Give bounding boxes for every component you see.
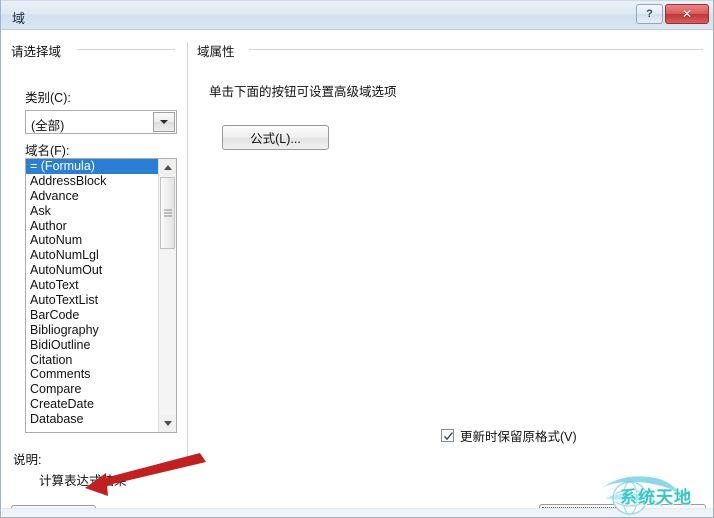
list-item[interactable]: Advance — [26, 189, 160, 204]
panel-divider — [187, 42, 188, 466]
field-dialog: 域 ? ✕ 请选择域 类别(C): (全部) 域名(F): = (Formula… — [0, 0, 714, 518]
list-item[interactable]: Compare — [26, 382, 160, 397]
chevron-down-icon[interactable] — [153, 112, 175, 132]
dialog-bottom-strip — [2, 508, 714, 517]
dialog-body: 请选择域 类别(C): (全部) 域名(F): = (Formula) Addre… — [1, 30, 714, 518]
help-button[interactable]: ? — [636, 4, 663, 24]
scrollbar-thumb[interactable] — [160, 177, 175, 249]
list-item[interactable]: AutoNumLgl — [26, 248, 160, 263]
window-title: 域 — [12, 11, 26, 26]
description-label: 说明: — [13, 453, 42, 467]
description-text: 计算表达式结果 — [39, 474, 127, 488]
list-item[interactable]: CreateDate — [26, 397, 160, 412]
list-item[interactable]: Ask — [26, 204, 160, 219]
select-field-group-label: 请选择域 — [11, 41, 67, 60]
list-item[interactable]: Citation — [26, 353, 160, 368]
close-button[interactable]: ✕ — [665, 4, 709, 24]
list-item[interactable]: AutoNum — [26, 233, 160, 248]
list-item[interactable]: Author — [26, 219, 160, 234]
list-item[interactable]: BidiOutline — [26, 338, 160, 353]
field-name-label: 域名(F): — [25, 144, 70, 158]
list-item[interactable]: Database — [26, 412, 160, 427]
list-item[interactable]: AutoTextList — [26, 293, 160, 308]
title-bar: 域 ? ✕ — [0, 0, 714, 30]
list-item[interactable]: = (Formula) — [26, 159, 160, 174]
list-item[interactable]: BarCode — [26, 308, 160, 323]
field-names-listbox[interactable]: = (Formula) AddressBlock Advance Ask Author A… — [25, 158, 177, 433]
field-properties-group-line — [249, 49, 703, 50]
scroll-down-icon[interactable] — [159, 415, 176, 432]
scroll-up-icon[interactable] — [159, 159, 176, 176]
list-item[interactable]: AddressBlock — [26, 174, 160, 189]
checkmark-icon — [443, 432, 453, 441]
preserve-format-checkbox[interactable] — [441, 429, 454, 442]
list-item[interactable]: Bibliography — [26, 323, 160, 338]
category-label: 类别(C): — [25, 91, 71, 105]
window-controls: ? ✕ — [636, 4, 709, 24]
field-list-scrollbar[interactable] — [158, 159, 176, 432]
field-names-list: = (Formula) AddressBlock Advance Ask Author A… — [26, 159, 160, 427]
list-item[interactable]: AutoNumOut — [26, 263, 160, 278]
field-properties-hint: 单击下面的按钮可设置高级域选项 — [209, 85, 397, 99]
list-item[interactable]: Comments — [26, 367, 160, 382]
select-field-group-line — [77, 49, 175, 50]
formula-button[interactable]: 公式(L)... — [222, 125, 329, 150]
category-combobox[interactable]: (全部) — [25, 110, 177, 134]
preserve-format-label: 更新时保留原格式(V) — [460, 430, 577, 444]
category-value: (全部) — [31, 119, 65, 133]
preserve-format-checkbox-row[interactable]: 更新时保留原格式(V) — [441, 426, 577, 445]
field-properties-group-label: 域属性 — [197, 41, 240, 60]
list-item[interactable]: AutoText — [26, 278, 160, 293]
